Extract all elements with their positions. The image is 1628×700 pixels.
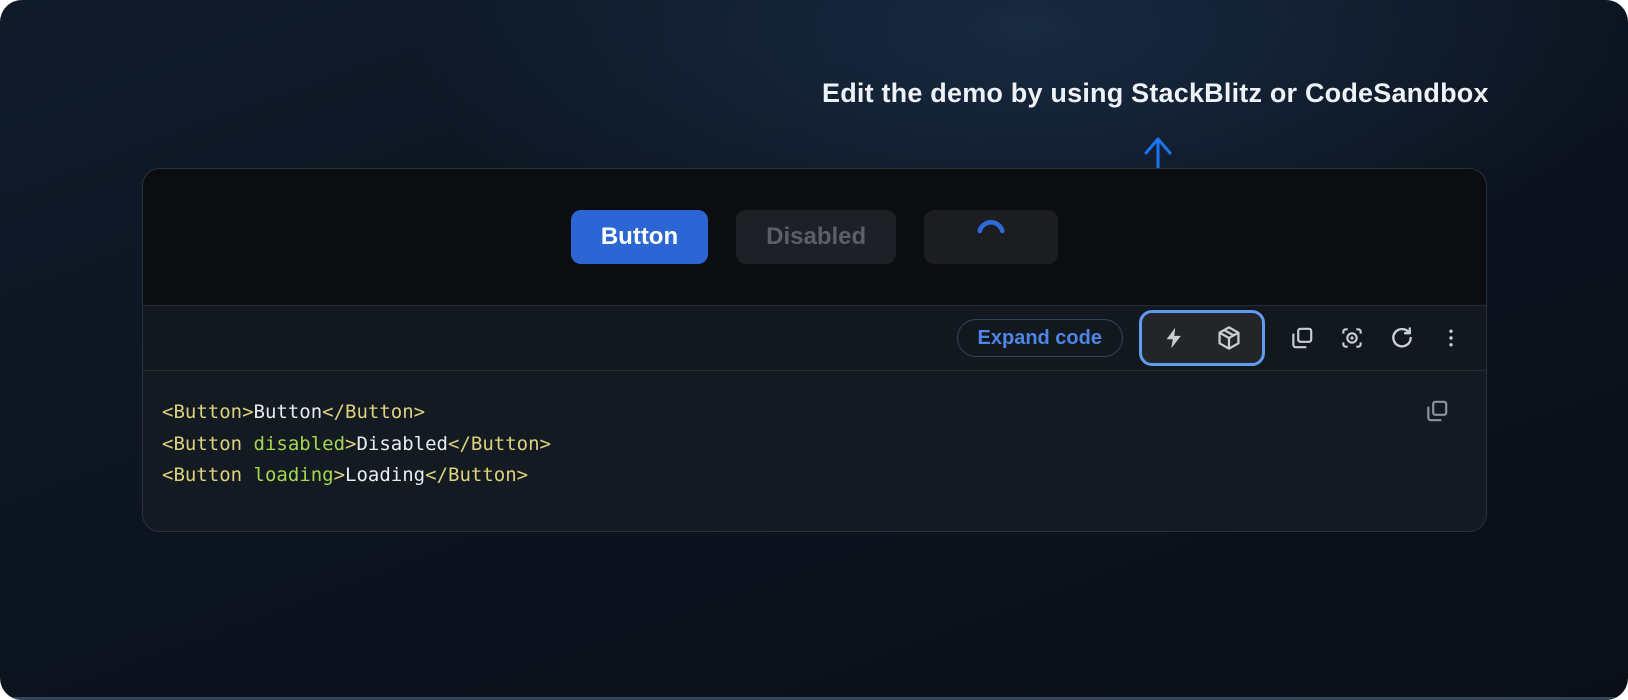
primary-button[interactable]: Button	[571, 210, 708, 264]
code-lines: <Button>Button</Button><Button disabled>…	[162, 397, 1416, 492]
demo-card: Button Disabled Expand code	[142, 168, 1487, 532]
demo-toolbar: Expand code	[143, 305, 1486, 371]
expand-code-button[interactable]: Expand code	[957, 319, 1123, 357]
stackblitz-bolt-icon[interactable]	[1162, 326, 1186, 350]
sandbox-highlight-group	[1139, 310, 1265, 366]
code-line: <Button loading>Loading</Button>	[162, 460, 1416, 492]
demo-preview-area: Button Disabled	[143, 169, 1486, 305]
code-copy-icon[interactable]	[1424, 398, 1450, 424]
more-icon[interactable]	[1439, 326, 1463, 350]
code-block: <Button>Button</Button><Button disabled>…	[143, 371, 1486, 531]
code-line: <Button disabled>Disabled</Button>	[162, 429, 1416, 461]
focus-icon[interactable]	[1339, 325, 1365, 351]
docs-dark-page: Edit the demo by using StackBlitz or Cod…	[0, 0, 1628, 700]
disabled-button[interactable]: Disabled	[736, 210, 896, 264]
loading-spinner-icon	[976, 219, 1006, 256]
codesandbox-cube-icon[interactable]	[1216, 325, 1242, 351]
reload-icon[interactable]	[1389, 325, 1415, 351]
copy-icon[interactable]	[1289, 325, 1315, 351]
code-line: <Button>Button</Button>	[162, 397, 1416, 429]
loading-button[interactable]	[924, 210, 1058, 264]
annotation-text: Edit the demo by using StackBlitz or Cod…	[822, 78, 1489, 109]
